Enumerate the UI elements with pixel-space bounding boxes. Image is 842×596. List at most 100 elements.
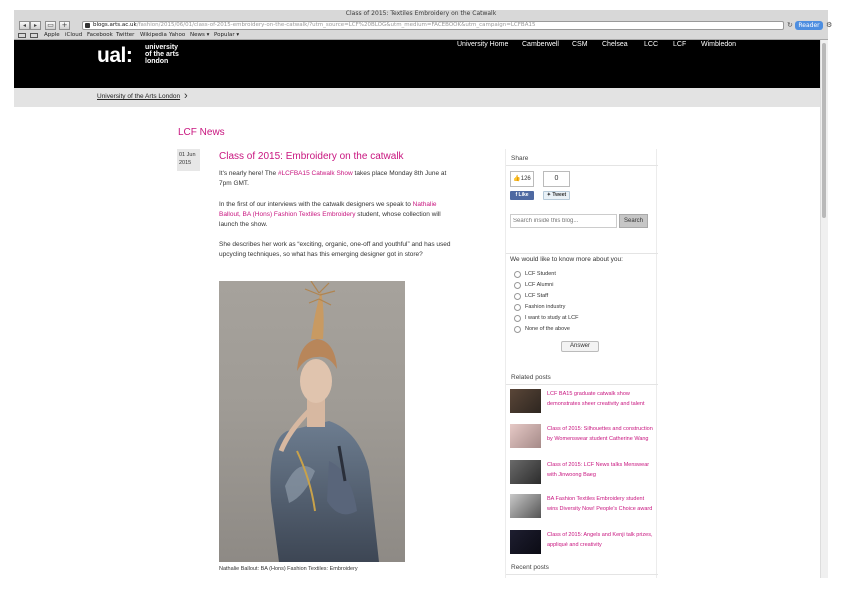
bookmark-twitter[interactable]: Twitter bbox=[116, 31, 134, 40]
radio-button[interactable] bbox=[514, 271, 521, 278]
url-host: blogs.arts.ac.uk bbox=[93, 22, 137, 28]
poll-option-label: I want to study at LCF bbox=[525, 315, 579, 321]
bookmarks-bar: Apple iCloud Facebook Twitter Wikipedia … bbox=[14, 31, 828, 40]
post-paragraph-2: In the first of our interviews with the … bbox=[219, 200, 459, 230]
breadcrumb: University of the Arts London › bbox=[14, 88, 820, 107]
poll-option[interactable]: LCF Staff bbox=[514, 292, 644, 301]
related-post-thumbnail[interactable] bbox=[510, 460, 541, 484]
bookmark-facebook[interactable]: Facebook bbox=[87, 31, 113, 40]
bookmark-popular[interactable]: Popular ▾ bbox=[214, 31, 239, 40]
nav-lcf[interactable]: LCF bbox=[673, 41, 686, 49]
address-bar[interactable]: blogs.arts.ac.uk/fashion/2015/06/01/clas… bbox=[82, 21, 784, 30]
paragraph-text: It's nearly here! The bbox=[219, 170, 278, 177]
related-post-thumbnail[interactable] bbox=[510, 389, 541, 413]
post-paragraph-1: It's nearly here! The #LCFBA15 Catwalk S… bbox=[219, 169, 459, 189]
bookmark-apple[interactable]: Apple bbox=[44, 31, 60, 40]
related-post-thumbnail[interactable] bbox=[510, 494, 541, 518]
tweet-button[interactable]: ✦ Tweet bbox=[543, 191, 570, 200]
add-bookmark-button[interactable]: + bbox=[59, 21, 70, 30]
blog-search-input[interactable] bbox=[510, 214, 617, 228]
section-title[interactable]: LCF News bbox=[178, 127, 225, 138]
post-date-year: 2015 bbox=[179, 160, 192, 166]
nav-camberwell[interactable]: Camberwell bbox=[522, 41, 559, 49]
poll-option-label: LCF Staff bbox=[525, 293, 549, 299]
poll-option[interactable]: LCF Student bbox=[514, 270, 644, 279]
facebook-like-button[interactable]: f Like bbox=[510, 191, 534, 200]
like-count: 👍126 bbox=[510, 171, 534, 187]
poll-option-label: None of the above bbox=[525, 326, 570, 332]
tweet-label: Tweet bbox=[552, 192, 567, 198]
site-icon bbox=[85, 23, 90, 28]
divider bbox=[506, 165, 658, 166]
post-image[interactable] bbox=[219, 281, 405, 562]
answer-button[interactable]: Answer bbox=[561, 341, 599, 352]
related-post-thumbnail[interactable] bbox=[510, 424, 541, 448]
poll-option-label: LCF Student bbox=[525, 271, 556, 277]
url-path: /fashion/2015/06/01/class-of-2015-embroi… bbox=[136, 22, 536, 28]
divider bbox=[506, 574, 658, 575]
like-label: Like bbox=[518, 192, 529, 198]
nav-lcc[interactable]: LCC bbox=[644, 41, 658, 49]
logo-line: of the arts bbox=[145, 51, 179, 58]
related-post-link[interactable]: Class of 2015: Angels and Kenji talk pri… bbox=[547, 530, 653, 550]
recent-posts-heading: Recent posts bbox=[511, 564, 549, 571]
related-posts-heading: Related posts bbox=[511, 374, 551, 381]
thumbs-up-icon: 👍 bbox=[513, 176, 521, 182]
nav-wimbledon[interactable]: Wimbledon bbox=[701, 41, 736, 49]
scrollbar-thumb[interactable] bbox=[822, 43, 826, 218]
bookmark-wikipedia[interactable]: Wikipedia bbox=[140, 31, 167, 40]
poll-option-label: Fashion industry bbox=[525, 304, 566, 310]
related-post-thumbnail[interactable] bbox=[510, 530, 541, 554]
browser-toolbar: Class of 2015: Textiles Embroidery on th… bbox=[14, 10, 832, 40]
forward-button[interactable]: ▸ bbox=[30, 21, 41, 30]
poll-option[interactable]: I want to study at LCF bbox=[514, 314, 644, 323]
share-page-button[interactable]: ▭ bbox=[45, 21, 56, 30]
top-nav: University Home Camberwell CSM Chelsea L… bbox=[14, 41, 820, 51]
radio-button[interactable] bbox=[514, 293, 521, 300]
logo-line: london bbox=[145, 58, 169, 65]
bookmark-news[interactable]: News ▾ bbox=[190, 31, 209, 40]
related-post-link[interactable]: LCF BA15 graduate catwalk show demonstra… bbox=[547, 389, 653, 409]
post-title[interactable]: Class of 2015: Embroidery on the catwalk bbox=[219, 151, 404, 162]
related-post-link[interactable]: BA Fashion Textiles Embroidery student w… bbox=[547, 494, 653, 514]
reading-list-icon[interactable] bbox=[18, 33, 26, 38]
poll-option[interactable]: Fashion industry bbox=[514, 303, 644, 312]
tweet-count: 0 bbox=[543, 171, 570, 187]
gear-icon[interactable]: ⚙ bbox=[826, 21, 832, 30]
poll-option-label: LCF Alumni bbox=[525, 282, 554, 288]
share-heading: Share bbox=[511, 155, 529, 162]
radio-button[interactable] bbox=[514, 315, 521, 322]
reload-icon[interactable]: ↻ bbox=[787, 21, 793, 30]
bookmarks-icon[interactable] bbox=[30, 33, 38, 38]
window-title: Class of 2015: Textiles Embroidery on th… bbox=[345, 10, 497, 17]
radio-button[interactable] bbox=[514, 304, 521, 311]
poll-option[interactable]: None of the above bbox=[514, 325, 644, 334]
post-date: 01 Jun 2015 bbox=[177, 149, 200, 171]
nav-buttons: ◂ ▸ bbox=[19, 21, 41, 30]
back-button[interactable]: ◂ bbox=[19, 21, 30, 30]
poll-option[interactable]: LCF Alumni bbox=[514, 281, 644, 290]
nav-csm[interactable]: CSM bbox=[572, 41, 588, 49]
divider bbox=[506, 253, 658, 254]
radio-button[interactable] bbox=[514, 282, 521, 289]
post-date-day: 01 Jun bbox=[179, 152, 196, 158]
model-photo bbox=[270, 281, 379, 562]
site-header: ual: university of the arts london Unive… bbox=[14, 40, 820, 88]
like-count-value: 126 bbox=[520, 176, 531, 182]
nav-university-home[interactable]: University Home bbox=[457, 41, 508, 49]
breadcrumb-link[interactable]: University of the Arts London bbox=[97, 93, 180, 100]
nav-chelsea[interactable]: Chelsea bbox=[602, 41, 628, 49]
bookmark-yahoo[interactable]: Yahoo bbox=[169, 31, 185, 40]
radio-button[interactable] bbox=[514, 326, 521, 333]
related-post-link[interactable]: Class of 2015: LCF News talks Menswear w… bbox=[547, 460, 653, 480]
reader-button[interactable]: Reader bbox=[795, 21, 823, 30]
paragraph-text: In the first of our interviews with the … bbox=[219, 201, 413, 208]
bookmark-icloud[interactable]: iCloud bbox=[65, 31, 82, 40]
post-paragraph-3: She describes her work as “exciting, org… bbox=[219, 241, 451, 258]
catwalk-show-link[interactable]: #LCFBA15 Catwalk Show bbox=[278, 170, 353, 177]
related-post-link[interactable]: Class of 2015: Silhouettes and construct… bbox=[547, 424, 653, 444]
divider bbox=[506, 384, 658, 385]
search-button[interactable]: Search bbox=[619, 214, 648, 228]
chevron-right-icon: › bbox=[184, 90, 188, 102]
poll-question: We would like to know more about you: bbox=[510, 256, 623, 263]
